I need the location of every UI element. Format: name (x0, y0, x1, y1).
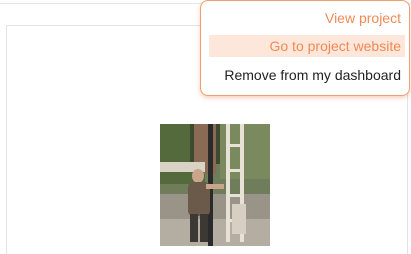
project-photo-icon (160, 124, 270, 246)
dashboard-view: View project Go to project website Remov… (0, 0, 411, 254)
go-to-project-website-menu-item[interactable]: Go to project website (209, 35, 405, 57)
view-project-menu-item[interactable]: View project (209, 7, 401, 29)
project-context-menu: View project Go to project website Remov… (200, 0, 410, 96)
remove-from-dashboard-menu-item[interactable]: Remove from my dashboard (207, 64, 401, 86)
project-thumbnail[interactable] (160, 124, 270, 246)
